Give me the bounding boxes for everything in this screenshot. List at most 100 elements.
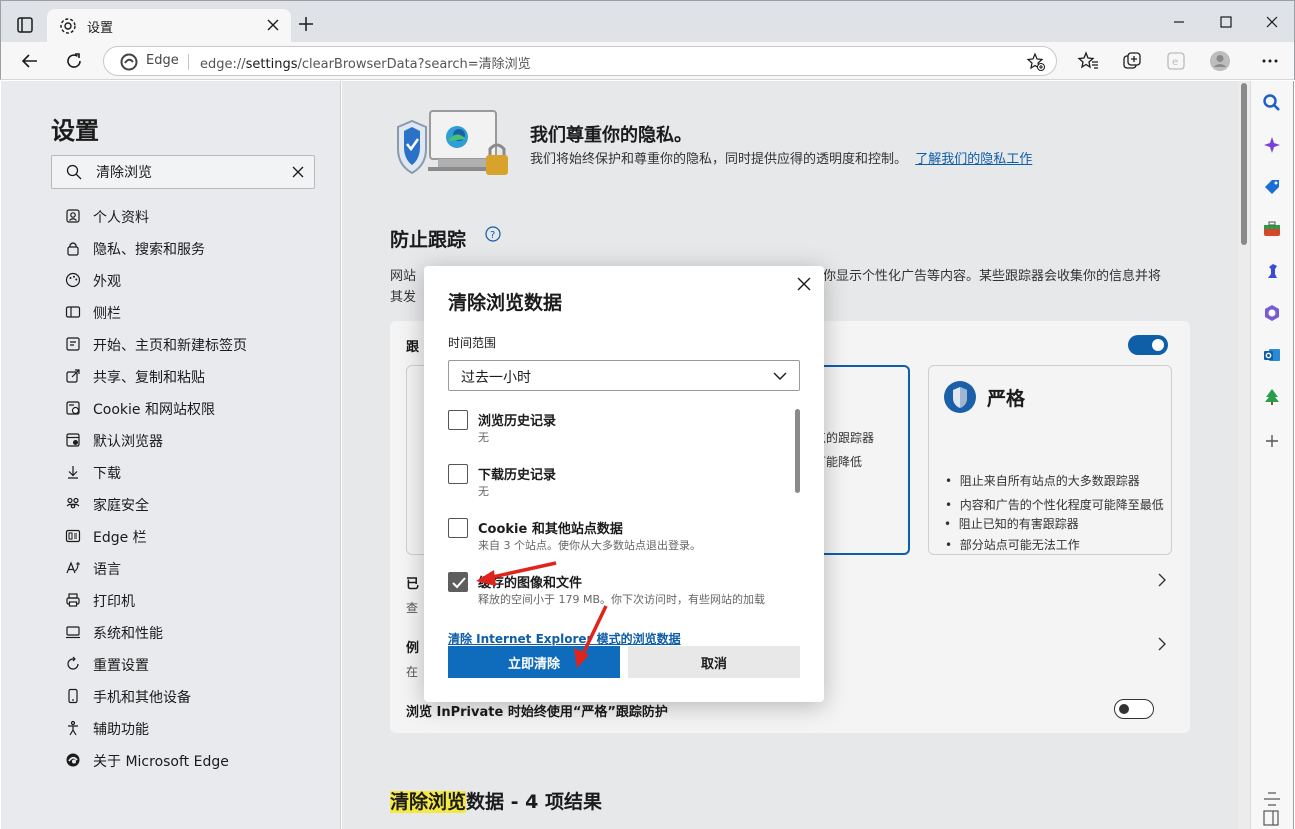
window-close-icon[interactable] <box>1262 12 1282 32</box>
option-title: Cookie 和其他站点数据 <box>478 522 623 537</box>
sidebar-item[interactable]: 默认浏览器 <box>65 429 325 453</box>
sidebar-item[interactable]: 重置设置 <box>65 653 325 677</box>
tracking-desc-line2-left: 其发 <box>390 290 417 305</box>
time-range-select[interactable]: 过去一小时 <box>448 360 800 391</box>
sidebar-item-label: 侧栏 <box>93 306 121 322</box>
reset-icon <box>65 656 81 672</box>
sidebar-item[interactable]: 个人资料 <box>65 205 325 229</box>
sidebar-item[interactable]: 开始、主页和新建标签页 <box>65 333 325 357</box>
search-input[interactable] <box>96 161 276 183</box>
sidebar-item-label: 辅助功能 <box>93 722 149 738</box>
exceptions-row[interactable]: 例 <box>406 637 419 656</box>
avatar[interactable] <box>1209 50 1231 72</box>
sidebar-item[interactable]: 语言 <box>65 557 325 581</box>
tracking-toggle[interactable] <box>1128 335 1168 355</box>
url-text[interactable]: edge://settings/clearBrowserData?search=… <box>200 53 531 72</box>
close-icon[interactable] <box>265 17 281 33</box>
phone-icon <box>65 688 81 704</box>
sidebar-item[interactable]: 家庭安全 <box>65 493 325 517</box>
add-icon[interactable] <box>1262 431 1282 451</box>
sidebar-item[interactable]: 共享、复制和粘贴 <box>65 365 325 389</box>
page-scrollbar[interactable] <box>1238 81 1250 829</box>
chevron-right-icon[interactable] <box>1156 637 1168 651</box>
sidebar-item-label: 外观 <box>93 274 121 290</box>
sidebar-item[interactable]: Cookie 和网站权限 <box>65 397 325 421</box>
tree-icon[interactable] <box>1262 387 1282 407</box>
more-icon[interactable] <box>1259 50 1281 72</box>
help-icon[interactable]: ? <box>485 226 501 242</box>
blocked-trackers-row[interactable]: 已 <box>406 573 419 592</box>
sidebar-settings-icon[interactable] <box>1262 789 1282 809</box>
settings-search[interactable] <box>51 155 315 189</box>
data-option[interactable]: 缓存的图像和文件 释放的空间小于 179 MB。你下次访问时，有些网站的加载 <box>448 572 788 616</box>
family-icon <box>65 496 81 512</box>
sidebar-item[interactable]: 打印机 <box>65 589 325 613</box>
tab-title: 设置 <box>87 21 114 36</box>
settings-sidebar: 设置 个人资料隐私、搜索和服务外观侧栏开始、主页和新建标签页共享、复制和粘贴 Co… <box>1 81 341 829</box>
inprivate-strict-toggle[interactable] <box>1114 699 1154 719</box>
checkmark-icon <box>452 577 466 589</box>
option-checkbox[interactable] <box>448 410 468 430</box>
option-checkbox[interactable] <box>448 572 468 592</box>
search-icon[interactable] <box>1262 93 1282 113</box>
clear-now-button[interactable]: 立即清除 <box>448 646 620 678</box>
option-checkbox[interactable] <box>448 464 468 484</box>
microsoft365-icon[interactable] <box>1262 303 1282 323</box>
browser-tab[interactable]: 设置 <box>47 9 291 43</box>
sidebar-item[interactable]: 隐私、搜索和服务 <box>65 237 325 261</box>
sidebar-item[interactable]: 关于 Microsoft Edge <box>65 749 325 773</box>
outlook-icon[interactable] <box>1262 345 1282 365</box>
tracking-toggle-label: 跟 <box>406 340 420 355</box>
sidebar-item-label: 重置设置 <box>93 658 149 674</box>
strict-bullet-1: • 阻止来自所有站点的大多数跟踪器 <box>945 474 1140 488</box>
sidebar-item[interactable]: 手机和其他设备 <box>65 685 325 709</box>
add-favorite-icon[interactable] <box>1026 52 1046 72</box>
data-option[interactable]: Cookie 和其他站点数据来自 3 个站点。使你从大多数站点退出登录。 <box>448 518 788 562</box>
clear-search-icon[interactable] <box>290 164 306 180</box>
data-option[interactable]: 浏览历史记录无 <box>448 410 788 454</box>
dialog-scrollbar-thumb[interactable] <box>795 409 800 493</box>
accessibility-icon <box>65 720 81 736</box>
shopping-tag-icon[interactable] <box>1262 177 1282 197</box>
collections-icon[interactable] <box>1121 50 1143 72</box>
ie-mode-icon[interactable]: e <box>1165 50 1187 72</box>
sidebar-item[interactable]: Edge 栏 <box>65 525 325 549</box>
sidebar-item-label: 开始、主页和新建标签页 <box>93 338 247 354</box>
cancel-button[interactable]: 取消 <box>628 646 800 678</box>
refresh-icon[interactable] <box>63 50 85 72</box>
close-icon[interactable] <box>796 276 812 292</box>
sidebar-item[interactable]: 侧栏 <box>65 301 325 325</box>
clear-ie-data-link[interactable]: 清除 Internet Explorer 模式的浏览数据 <box>448 630 681 647</box>
new-tab-icon[interactable] <box>297 15 315 33</box>
palette-icon <box>65 272 81 288</box>
time-range-label: 时间范围 <box>448 336 497 350</box>
maximize-icon[interactable] <box>1216 12 1236 32</box>
data-option[interactable]: 下载历史记录无 <box>448 464 788 508</box>
sidebar-item-label: 共享、复制和粘贴 <box>93 370 205 386</box>
chevron-right-icon[interactable] <box>1156 573 1168 587</box>
language-icon <box>65 560 81 576</box>
sidebar-item[interactable]: 系统和性能 <box>65 621 325 645</box>
option-title: 缓存的图像和文件 <box>478 576 583 591</box>
sidebar-item[interactable]: 下载 <box>65 461 325 485</box>
option-checkbox[interactable] <box>448 518 468 538</box>
sidebar-item[interactable]: 外观 <box>65 269 325 293</box>
share-icon <box>65 368 81 384</box>
profile-icon <box>65 208 81 224</box>
sidebar-item-label: 关于 Microsoft Edge <box>93 754 229 770</box>
hide-sidebar-icon[interactable] <box>1256 809 1286 827</box>
minimize-icon[interactable] <box>1169 12 1189 32</box>
games-chess-icon[interactable] <box>1262 261 1282 281</box>
sidebar-item[interactable]: 辅助功能 <box>65 717 325 741</box>
privacy-link[interactable]: 了解我们的隐私工作 <box>915 152 1032 167</box>
favorites-icon[interactable] <box>1077 50 1099 72</box>
sidebar-item-label: 打印机 <box>93 594 135 610</box>
edge-sidebar <box>1250 81 1294 829</box>
scrollbar-thumb[interactable] <box>1241 83 1247 245</box>
copilot-sparkle-icon[interactable] <box>1262 135 1282 155</box>
option-subtitle: 来自 3 个站点。使你从大多数站点退出登录。 <box>478 539 701 552</box>
tab-actions-icon[interactable] <box>13 13 37 37</box>
tools-briefcase-icon[interactable] <box>1262 219 1282 239</box>
address-bar[interactable]: Edge edge://settings/clearBrowserData?se… <box>103 46 1057 76</box>
back-icon[interactable] <box>19 50 41 72</box>
